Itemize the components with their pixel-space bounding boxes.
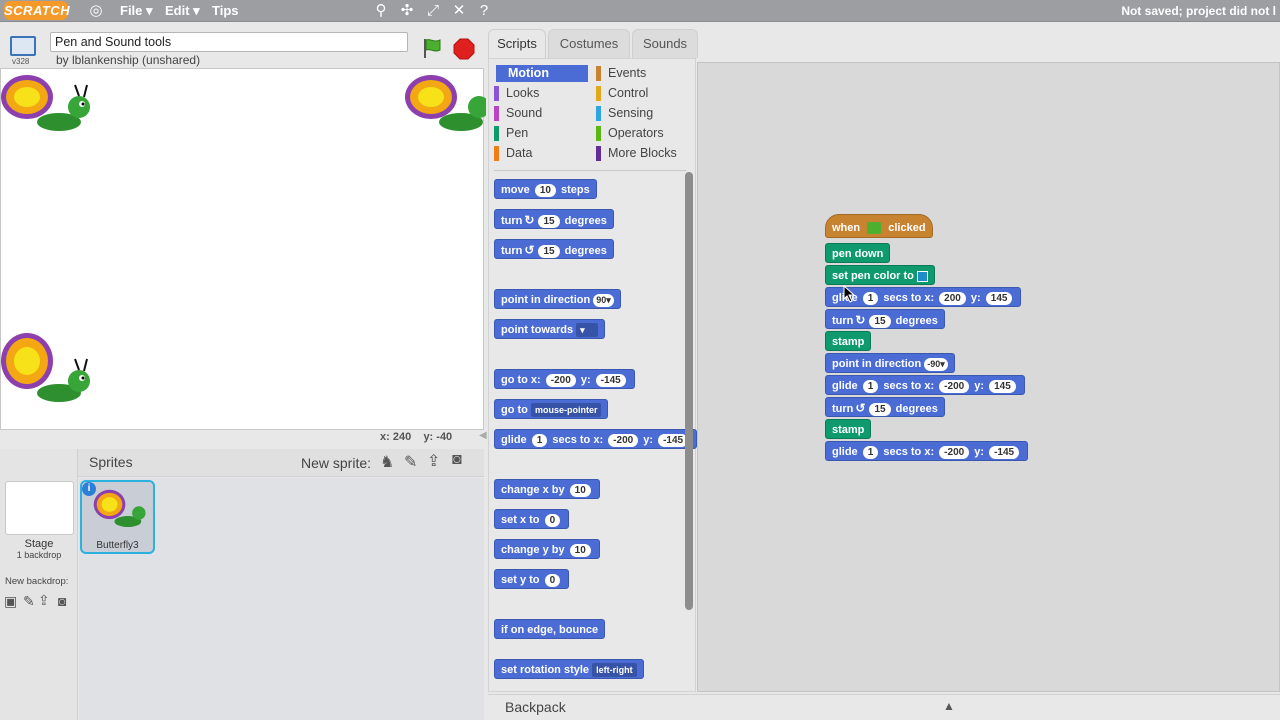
block-if-on-edge-bounce[interactable]: if on edge, bounce bbox=[494, 619, 606, 639]
shrink-tool-icon[interactable]: ✕ bbox=[450, 0, 468, 22]
butterfly-sprite[interactable] bbox=[0, 67, 94, 142]
category-more-blocks[interactable]: More Blocks bbox=[596, 145, 690, 162]
help-icon[interactable]: ? bbox=[475, 0, 493, 22]
stage-label: Stage bbox=[24, 538, 54, 550]
block-glide[interactable]: glide 1 secs to x: -200 y: 145 bbox=[825, 375, 1025, 395]
block-when-flag-clicked[interactable]: when clicked bbox=[825, 214, 933, 238]
category-sensing[interactable]: Sensing bbox=[596, 105, 690, 122]
mouse-coordinates: x: 240 y: -40 bbox=[380, 431, 453, 443]
project-title-input[interactable] bbox=[50, 32, 408, 52]
rotate-right-icon: ↻ bbox=[524, 213, 535, 227]
category-operators[interactable]: Operators bbox=[596, 125, 690, 142]
category-control[interactable]: Control bbox=[596, 85, 690, 102]
category-looks[interactable]: Looks bbox=[494, 85, 588, 102]
upload-backdrop-icon[interactable]: ⇪ bbox=[38, 592, 50, 609]
grow-tool-icon[interactable]: ⤢ bbox=[424, 0, 442, 22]
block-stamp[interactable]: stamp bbox=[825, 419, 872, 439]
rotate-left-icon: ↺ bbox=[855, 401, 866, 415]
category-motion[interactable]: Motion bbox=[496, 65, 588, 82]
block-point-in-direction[interactable]: point in direction -90▾ bbox=[825, 353, 955, 373]
sprites-header bbox=[78, 449, 484, 477]
block-glide[interactable]: glide 1 secs to x: -200 y: -145 bbox=[825, 441, 1029, 461]
block-turn-left[interactable]: turn ↺ 15 degrees bbox=[494, 239, 614, 259]
tab-scripts[interactable]: Scripts bbox=[488, 29, 546, 58]
block-pen-down[interactable]: pen down bbox=[825, 243, 891, 263]
new-sprite-label: New sprite: bbox=[301, 455, 372, 471]
category-list: Motion Looks Sound Pen Data Events Contr… bbox=[494, 64, 688, 168]
block-move-steps[interactable]: move 10 steps bbox=[494, 179, 597, 199]
rotate-left-icon: ↺ bbox=[524, 243, 535, 257]
presentation-mode-icon[interactable] bbox=[10, 36, 36, 56]
butterfly-sprite-stamp bbox=[1, 333, 90, 402]
project-byline: by lblankenship (unshared) bbox=[56, 53, 201, 67]
mouse-cursor bbox=[843, 285, 855, 303]
category-pen[interactable]: Pen bbox=[494, 125, 588, 142]
color-swatch[interactable] bbox=[916, 270, 928, 282]
cut-tool-icon[interactable]: ✣ bbox=[398, 0, 416, 22]
block-turn-right[interactable]: turn ↻ 15 degrees bbox=[494, 209, 614, 229]
upload-sprite-icon[interactable]: ⇪ bbox=[427, 451, 440, 471]
block-turn-right[interactable]: turn ↻ 15 degrees bbox=[825, 309, 945, 329]
stop-sign-icon[interactable] bbox=[453, 38, 475, 60]
block-set-rotation-style[interactable]: set rotation style left-right bbox=[494, 659, 644, 679]
block-set-pen-color[interactable]: set pen color to bbox=[825, 265, 935, 285]
globe-icon[interactable]: ◎ bbox=[87, 0, 105, 22]
category-events[interactable]: Events bbox=[596, 65, 690, 82]
new-backdrop-label: New backdrop: bbox=[5, 576, 69, 587]
green-flag-icon bbox=[867, 222, 882, 235]
choose-sprite-library-icon[interactable]: ♞ bbox=[380, 452, 394, 472]
block-change-x[interactable]: change x by 10 bbox=[494, 479, 600, 499]
category-divider bbox=[494, 170, 686, 171]
backpack-bar[interactable] bbox=[488, 694, 1280, 720]
butterfly-sprite-stamp bbox=[405, 75, 486, 131]
tips-menu[interactable]: Tips bbox=[212, 0, 239, 22]
block-point-towards[interactable]: point towards ▾ bbox=[494, 319, 606, 339]
category-sound[interactable]: Sound bbox=[494, 105, 588, 122]
green-flag-icon[interactable] bbox=[420, 36, 444, 60]
block-change-y[interactable]: change y by 10 bbox=[494, 539, 600, 559]
rotate-right-icon: ↻ bbox=[855, 313, 866, 327]
scratch-logo[interactable]: SCRATCH bbox=[4, 1, 70, 20]
stage-thumbnail[interactable] bbox=[5, 481, 74, 535]
tab-costumes[interactable]: Costumes bbox=[548, 29, 630, 58]
sprite-card-butterfly3[interactable]: i Butterfly3 bbox=[80, 480, 155, 554]
version-label: v328 bbox=[12, 57, 30, 66]
paint-sprite-icon[interactable]: ✎ bbox=[404, 452, 417, 472]
block-go-to-xy[interactable]: go to x: -200 y: -145 bbox=[494, 369, 635, 389]
block-glide[interactable]: glide 1 secs to x: -200 y: -145 bbox=[494, 429, 698, 449]
camera-sprite-icon[interactable]: ◙ bbox=[452, 451, 462, 469]
file-menu[interactable]: File ▾ bbox=[120, 0, 153, 22]
butterfly-thumbnail bbox=[93, 489, 146, 528]
block-turn-left[interactable]: turn ↺ 15 degrees bbox=[825, 397, 945, 417]
block-point-in-direction[interactable]: point in direction 90▾ bbox=[494, 289, 621, 309]
stage-canvas[interactable] bbox=[0, 67, 486, 430]
duplicate-tool-icon[interactable]: ⚲ bbox=[372, 0, 390, 22]
tab-sounds[interactable]: Sounds bbox=[632, 29, 698, 58]
save-status: Not saved; project did not l bbox=[1121, 4, 1276, 18]
camera-backdrop-icon[interactable]: ◙ bbox=[58, 593, 66, 609]
paint-backdrop-icon[interactable]: ✎ bbox=[23, 593, 35, 610]
edit-menu[interactable]: Edit ▾ bbox=[165, 0, 200, 22]
backpack-expand-icon[interactable]: ▲ bbox=[943, 699, 955, 713]
sprites-title: Sprites bbox=[89, 454, 133, 470]
backpack-label: Backpack bbox=[505, 699, 566, 715]
palette-scrollbar[interactable] bbox=[685, 172, 693, 610]
block-stamp[interactable]: stamp bbox=[825, 331, 872, 351]
backdrop-count: 1 backdrop bbox=[16, 550, 62, 560]
block-set-x[interactable]: set x to 0 bbox=[494, 509, 570, 529]
block-set-y[interactable]: set y to 0 bbox=[494, 569, 570, 589]
block-go-to[interactable]: go to mouse-pointer bbox=[494, 399, 609, 419]
category-data[interactable]: Data bbox=[494, 145, 588, 162]
sprite-name: Butterfly3 bbox=[96, 540, 139, 551]
backdrop-library-icon[interactable]: ▣ bbox=[4, 593, 17, 610]
